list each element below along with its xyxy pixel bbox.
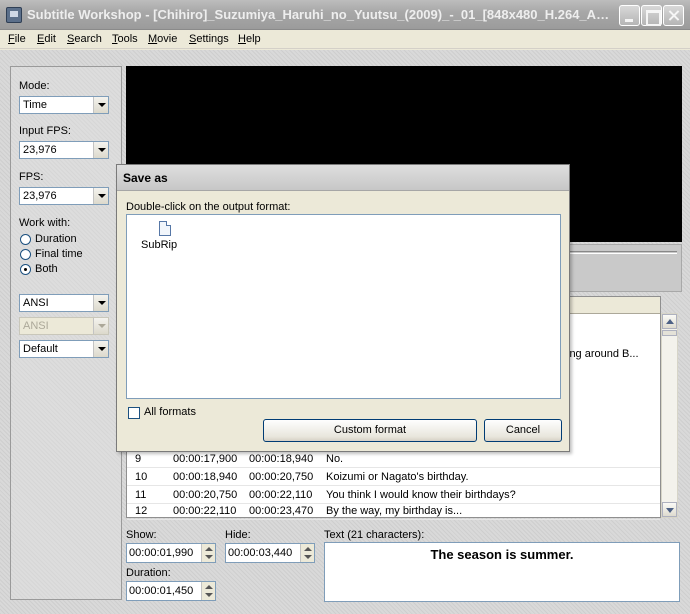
duration-input[interactable]: 00:00:01,450 — [126, 581, 216, 601]
subtitle-text-editor[interactable]: The season is summer. — [324, 542, 680, 602]
scroll-thumb[interactable] — [662, 330, 677, 336]
custom-format-button[interactable]: Custom format — [263, 419, 477, 442]
maximize-button[interactable] — [641, 5, 662, 26]
window-title: Subtitle Workshop - [Chihiro]_Suzumiya_H… — [27, 7, 612, 22]
format-label: SubRip — [141, 239, 178, 251]
charset-value: ANSI — [23, 297, 49, 309]
seek-track[interactable] — [567, 251, 677, 254]
show-time-value: 00:00:01,990 — [129, 547, 194, 559]
input-fps-value: 23,976 — [23, 144, 57, 156]
row-text: By the way, my birthday is... — [326, 505, 463, 517]
show-time-input[interactable]: 00:00:01,990 — [126, 543, 216, 563]
chevron-down-icon — [93, 318, 108, 334]
duration-value: 00:00:01,450 — [129, 585, 194, 597]
row-text: Koizumi or Nagato's birthday. — [326, 471, 469, 483]
row-text: ing around B... — [567, 348, 639, 360]
scroll-up-icon[interactable] — [662, 314, 677, 329]
minimize-button[interactable] — [619, 5, 640, 26]
charset-2-value: ANSI — [23, 320, 49, 332]
save-as-dialog: Save as Double-click on the output forma… — [116, 164, 570, 452]
show-label: Show: — [126, 529, 157, 541]
cancel-button[interactable]: Cancel — [484, 419, 562, 442]
mode-select[interactable]: Time — [19, 96, 109, 114]
chevron-down-icon[interactable] — [93, 341, 108, 357]
work-with-label: Work with: — [19, 217, 71, 229]
spinner-icon[interactable] — [201, 544, 215, 562]
menu-help[interactable]: Help — [238, 33, 261, 45]
row-hide: 00:00:20,750 — [249, 471, 314, 483]
hide-label: Hide: — [225, 529, 251, 541]
radio-duration-label: Duration — [35, 233, 77, 245]
chevron-down-icon[interactable] — [93, 295, 108, 311]
table-row[interactable]: 10 00:00:18,940 00:00:20,750 Koizumi or … — [127, 468, 660, 486]
chevron-down-icon[interactable] — [93, 188, 108, 204]
radio-both-label: Both — [35, 263, 58, 275]
row-show: 00:00:20,750 — [173, 489, 238, 501]
input-fps-label: Input FPS: — [19, 125, 71, 137]
menu-bar: File Edit Search Tools Movie Settings He… — [0, 30, 690, 49]
row-number: 11 — [135, 489, 147, 501]
table-row[interactable]: 12 00:00:22,110 00:00:23,470 By the way,… — [127, 502, 660, 520]
menu-file[interactable]: File — [8, 33, 26, 45]
chevron-down-icon[interactable] — [93, 97, 108, 113]
row-hide: 00:00:23,470 — [249, 505, 314, 517]
chevron-down-icon[interactable] — [93, 142, 108, 158]
radio-final-time-label: Final time — [35, 248, 83, 260]
menu-search[interactable]: Search — [67, 33, 102, 45]
hide-time-value: 00:00:03,440 — [228, 547, 293, 559]
fps-select[interactable]: 23,976 — [19, 187, 109, 205]
app-icon — [6, 7, 22, 23]
row-show: 00:00:17,900 — [173, 453, 238, 465]
text-label: Text (21 characters): — [324, 529, 425, 541]
menu-settings[interactable]: Settings — [189, 33, 229, 45]
format-item-subrip[interactable]: SubRip — [135, 217, 185, 253]
fps-label: FPS: — [19, 171, 44, 183]
mode-label: Mode: — [19, 80, 50, 92]
menu-edit[interactable]: Edit — [37, 33, 56, 45]
dialog-hint: Double-click on the output format: — [126, 201, 291, 213]
fps-value: 23,976 — [23, 190, 57, 202]
format-value: Default — [23, 343, 58, 355]
grid-scrollbar[interactable] — [661, 313, 678, 518]
close-button[interactable] — [663, 5, 684, 26]
input-fps-select[interactable]: 23,976 — [19, 141, 109, 159]
menu-movie[interactable]: Movie — [148, 33, 177, 45]
row-text: You think I would know their birthdays? — [326, 489, 516, 501]
duration-label: Duration: — [126, 567, 171, 579]
row-number: 10 — [135, 471, 148, 483]
charset-select[interactable]: ANSI — [19, 294, 109, 312]
dialog-title: Save as — [117, 165, 569, 191]
radio-duration[interactable] — [20, 234, 31, 245]
scroll-down-icon[interactable] — [662, 502, 677, 517]
all-formats-checkbox[interactable] — [128, 407, 140, 419]
row-show: 00:00:18,940 — [173, 471, 238, 483]
menu-tools[interactable]: Tools — [112, 33, 138, 45]
row-show: 00:00:22,110 — [173, 505, 237, 517]
format-list[interactable]: SubRip — [126, 214, 561, 399]
all-formats-label: All formats — [144, 406, 196, 418]
charset-select-2: ANSI — [19, 317, 109, 335]
spinner-icon[interactable] — [201, 582, 215, 600]
file-icon — [159, 221, 171, 236]
row-number: 9 — [135, 453, 142, 465]
row-hide: 00:00:22,110 — [249, 489, 313, 501]
subtitle-text: The season is summer. — [430, 547, 574, 562]
hide-time-input[interactable]: 00:00:03,440 — [225, 543, 315, 563]
row-hide: 00:00:18,940 — [249, 453, 314, 465]
title-bar[interactable]: Subtitle Workshop - [Chihiro]_Suzumiya_H… — [0, 0, 690, 30]
spinner-icon[interactable] — [300, 544, 314, 562]
mode-value: Time — [23, 99, 48, 111]
format-select[interactable]: Default — [19, 340, 109, 358]
table-row[interactable]: 9 00:00:17,900 00:00:18,940 No. — [127, 450, 660, 468]
row-number: 12 — [135, 505, 148, 517]
radio-final-time[interactable] — [20, 249, 31, 260]
radio-both[interactable] — [20, 264, 31, 275]
row-text: No. — [326, 453, 344, 465]
